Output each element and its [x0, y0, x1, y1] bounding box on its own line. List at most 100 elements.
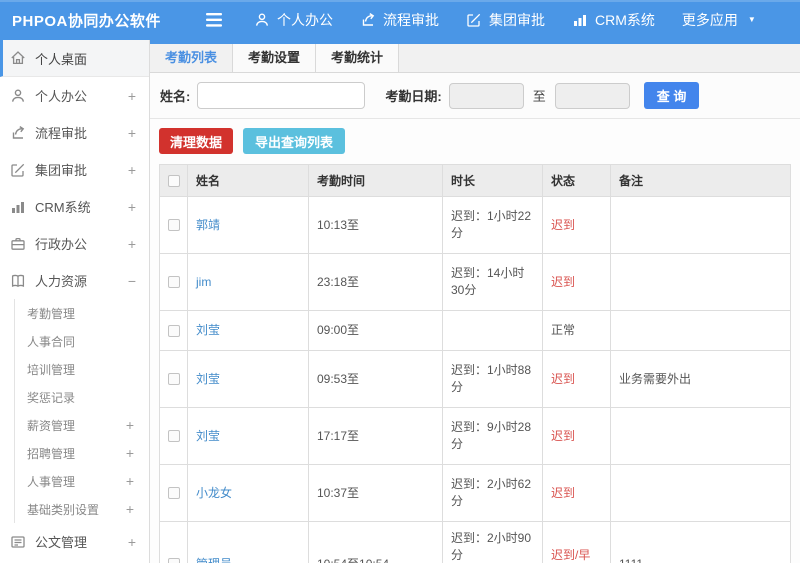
tab-1[interactable]: 考勤设置: [233, 44, 317, 72]
nav-item-label: 更多应用: [681, 12, 738, 28]
to-label: 至: [532, 89, 546, 104]
expand-toggle-icon: +: [127, 161, 136, 178]
name-link[interactable]: jim: [196, 275, 211, 289]
sidebar-item-5[interactable]: 行政办公 +: [0, 225, 149, 262]
sidebar-item-1[interactable]: 个人办公 +: [0, 77, 149, 114]
attendance-table: 姓名 考勤时间 时长 状态 备注 郭靖 10:13至 迟到：1小时22分 迟到 jim 23:18…: [159, 164, 791, 563]
row-checkbox[interactable]: [167, 219, 180, 232]
duration-cell: 迟到：9小时28分: [442, 407, 543, 465]
sidebar-item-4[interactable]: CRM系统 +: [0, 188, 149, 225]
row-checkbox-cell: [159, 310, 188, 351]
sidebar-item-label: 个人桌面: [35, 51, 88, 67]
name-link[interactable]: 管理员: [196, 557, 232, 563]
action-bar: 清理数据 导出查询列表: [150, 119, 800, 164]
sidebar-item-0[interactable]: 个人桌面: [0, 40, 149, 77]
sidebar-subitem-6-2[interactable]: 培训管理: [15, 355, 149, 383]
clean-data-button[interactable]: 清理数据: [159, 128, 234, 154]
sidebar-item-3[interactable]: 集团审批 +: [0, 151, 149, 188]
name-link[interactable]: 刘莹: [196, 323, 220, 337]
name-link[interactable]: 小龙女: [196, 486, 232, 500]
sidebar-subitem-6-7[interactable]: 基础类别设置 +: [15, 495, 149, 523]
sidebar-subitem-6-3[interactable]: 奖惩记录: [15, 383, 149, 411]
duration-cell: 迟到：2小时62分: [442, 464, 543, 522]
sidebar-subitem-label: 培训管理: [27, 362, 76, 377]
sidebar-item-label: 公文管理: [35, 535, 88, 550]
row-checkbox[interactable]: [167, 324, 180, 337]
sidebar-item-7[interactable]: 公文管理 +: [0, 523, 149, 560]
nav-item-3[interactable]: CRM系统: [572, 10, 655, 30]
sidebar-subitem-6-0[interactable]: 考勤管理: [15, 299, 149, 327]
row-checkbox[interactable]: [167, 373, 180, 386]
row-checkbox[interactable]: [167, 276, 180, 289]
tab-2[interactable]: 考勤统计: [316, 44, 400, 72]
column-header: 姓名: [187, 164, 309, 197]
select-all-checkbox[interactable]: [167, 175, 180, 188]
main-content: 考勤列表 考勤设置 考勤统计 姓名: 考勤日期: 至 查 询 清理数据 导出查询列表: [150, 40, 800, 563]
edit-icon: [10, 162, 26, 178]
book-icon: [10, 273, 26, 289]
date-from-input[interactable]: [448, 82, 524, 109]
status-cell: 迟到/早退: [542, 521, 611, 563]
time-cell: 09:00至: [308, 310, 443, 351]
nav-item-2[interactable]: 集团审批: [466, 10, 545, 30]
duration-line: 迟到：2小时90分: [451, 531, 532, 562]
expand-toggle-icon: +: [127, 235, 136, 252]
export-list-button[interactable]: 导出查询列表: [243, 128, 346, 154]
name-input[interactable]: [197, 82, 366, 109]
menu-toggle-icon[interactable]: [206, 13, 222, 27]
sidebar-subitem-6-4[interactable]: 薪资管理 +: [15, 411, 149, 439]
table-row: 管理员 10:54至10:54迟到：2小时90分早退：7小时10分迟到/早退 111…: [159, 521, 791, 563]
nav-item-4[interactable]: 更多应用 ▼: [682, 10, 756, 30]
duration-cell: 迟到：1小时88分: [442, 350, 543, 408]
date-to-input[interactable]: [554, 82, 630, 109]
sidebar-subitem-6-1[interactable]: 人事合同: [15, 327, 149, 355]
column-header: 备注: [610, 164, 791, 197]
note-cell: 业务需要外出: [610, 350, 791, 408]
app-window: PHPOA协同办公软件 个人办公 流程审批 集团审批 CRM系统 更多应用 ▼ 个人桌面个…: [0, 0, 800, 563]
sidebar-subitem-6-5[interactable]: 招聘管理 +: [15, 439, 149, 467]
row-checkbox-cell: [159, 407, 188, 465]
row-checkbox[interactable]: [167, 430, 180, 443]
note-cell: [610, 310, 791, 351]
duration-line: 迟到：9小时28分: [451, 420, 532, 451]
note-cell: [610, 196, 791, 254]
topbar: PHPOA协同办公软件 个人办公 流程审批 集团审批 CRM系统 更多应用 ▼: [0, 0, 800, 40]
status-badge: 正常: [551, 323, 576, 337]
column-header: 考勤时间: [308, 164, 443, 197]
nav-item-1[interactable]: 流程审批: [360, 10, 439, 30]
name-link[interactable]: 刘莹: [196, 429, 220, 443]
person-icon: [254, 12, 270, 28]
duration-line: 迟到：2小时62分: [451, 477, 532, 508]
tab-0[interactable]: 考勤列表: [150, 44, 234, 72]
sidebar-item-6[interactable]: 人力资源 −: [0, 262, 149, 299]
row-checkbox[interactable]: [167, 558, 180, 563]
sidebar-item-label: 人力资源: [35, 274, 88, 289]
status-badge: 迟到/早退: [551, 548, 591, 562]
status-cell: 迟到: [542, 464, 611, 522]
attendance-date-label: 考勤日期:: [385, 89, 442, 104]
table-row: 刘莹 09:53至 迟到：1小时88分 迟到 业务需要外出: [159, 350, 791, 408]
query-button[interactable]: 查 询: [643, 82, 700, 109]
sidebar-submenu: 考勤管理 人事合同培训管理奖惩记录薪资管理 + 招聘管理 + 人事管理 + 基础类别设置 +: [14, 299, 149, 523]
sidebar-item-2[interactable]: 流程审批 +: [0, 114, 149, 151]
nav-item-label: 集团审批: [489, 12, 545, 28]
name-cell: 刘莹: [187, 350, 309, 408]
duration-line: 迟到：1小时88分: [451, 363, 532, 394]
chevron-down-icon: ▼: [747, 15, 756, 24]
sidebar-subitem-label: 奖惩记录: [27, 390, 76, 405]
status-cell: 迟到: [542, 407, 611, 465]
sidebar-subitem-6-6[interactable]: 人事管理 +: [15, 467, 149, 495]
row-checkbox[interactable]: [167, 487, 180, 500]
name-link[interactable]: 郭靖: [196, 218, 220, 232]
nav-item-0[interactable]: 个人办公: [254, 10, 333, 30]
sidebar-item-label: CRM系统: [35, 200, 91, 215]
row-checkbox-cell: [159, 253, 188, 311]
nav-item-label: 个人办公: [277, 12, 333, 28]
row-checkbox-cell: [159, 521, 188, 563]
note-cell: [610, 407, 791, 465]
sidebar: 个人桌面 个人办公 + 流程审批 + 集团审批 + CRM系统 + 行政办公 + 人力资源 − 考勤管理人…: [0, 40, 150, 563]
duration-line: 迟到：1小时22分: [451, 209, 532, 240]
name-link[interactable]: 刘莹: [196, 372, 220, 386]
time-cell: 09:53至: [308, 350, 443, 408]
status-cell: 迟到: [542, 350, 611, 408]
